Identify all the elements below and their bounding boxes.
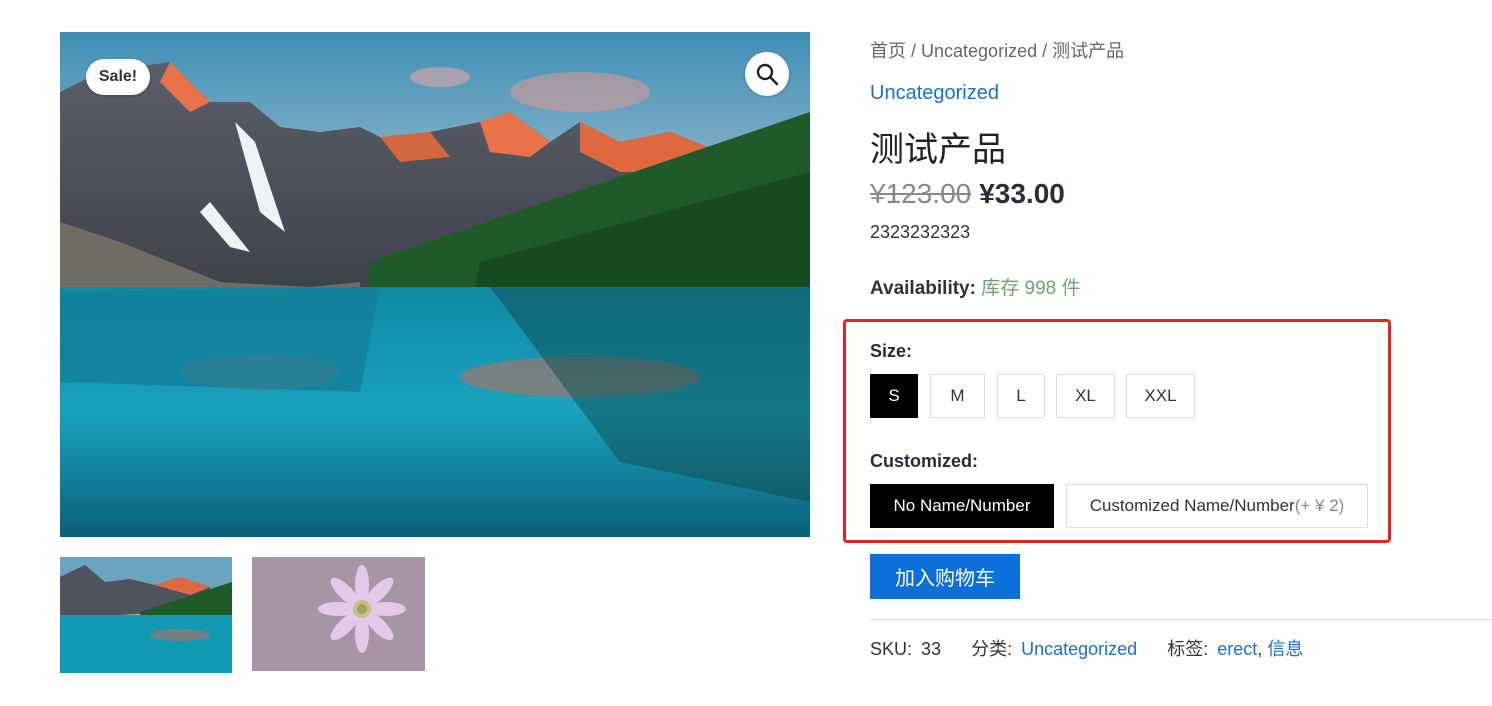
old-price: ¥123.00 bbox=[870, 178, 972, 209]
size-option-m[interactable]: M bbox=[930, 374, 985, 418]
mountain-lake-thumbnail-image bbox=[60, 557, 232, 673]
tag-link-erect[interactable]: erect bbox=[1217, 639, 1257, 659]
tag-link-info[interactable]: 信息 bbox=[1267, 639, 1303, 659]
sale-badge: Sale! bbox=[86, 59, 150, 95]
size-option-xxl[interactable]: XXL bbox=[1126, 374, 1195, 418]
product-title: 测试产品 bbox=[870, 131, 1006, 169]
sku-label: SKU: bbox=[870, 639, 913, 659]
breadcrumb: 首页 / Uncategorized / 测试产品 bbox=[870, 37, 1124, 63]
size-option-s[interactable]: S bbox=[870, 374, 918, 418]
availability-label: Availability: bbox=[870, 278, 976, 299]
product-gallery: Sale! bbox=[60, 32, 810, 537]
sku-value: 33 bbox=[921, 639, 942, 659]
divider bbox=[870, 619, 1492, 620]
product-meta: SKU: 33 分类: Uncategorized 标签: erect, 信息 bbox=[870, 635, 1303, 661]
thumbnail-mountain-lake[interactable] bbox=[60, 557, 232, 673]
category-meta-label: 分类: bbox=[971, 639, 1013, 659]
custom-option-addon-price: (+ ¥ 2) bbox=[1294, 496, 1345, 515]
add-to-cart-button[interactable]: 加入购物车 bbox=[870, 554, 1020, 599]
sale-price: ¥33.00 bbox=[979, 178, 1065, 209]
mountain-lake-image bbox=[60, 32, 810, 537]
product-short-description: 2323232323 bbox=[870, 222, 971, 242]
custom-option-no-name[interactable]: No Name/Number bbox=[870, 484, 1054, 528]
thumbnail-flower[interactable] bbox=[252, 557, 425, 671]
custom-option-label: No Name/Number bbox=[893, 496, 1031, 515]
availability-stock: 库存 998 件 bbox=[981, 278, 1081, 299]
breadcrumb-home[interactable]: 首页 bbox=[870, 41, 906, 61]
size-option-l[interactable]: L bbox=[997, 374, 1045, 418]
size-option-xl[interactable]: XL bbox=[1056, 374, 1115, 418]
search-icon bbox=[756, 63, 779, 86]
customized-label: Customized: bbox=[870, 451, 978, 471]
breadcrumb-current: 测试产品 bbox=[1052, 41, 1125, 61]
product-category-link[interactable]: Uncategorized bbox=[870, 82, 999, 105]
size-label: Size: bbox=[870, 341, 913, 361]
breadcrumb-category[interactable]: Uncategorized bbox=[921, 41, 1037, 61]
custom-option-name-number[interactable]: Customized Name/Number (+ ¥ 2) bbox=[1066, 484, 1368, 528]
zoom-button[interactable] bbox=[745, 52, 789, 96]
tag-separator: , bbox=[1257, 639, 1263, 659]
tags-label: 标签: bbox=[1167, 639, 1209, 659]
pink-daisy-thumbnail-image bbox=[252, 557, 425, 671]
custom-option-label: Customized Name/Number bbox=[1089, 496, 1295, 515]
product-price: ¥123.00 ¥33.00 bbox=[870, 178, 1065, 210]
availability: Availability: 库存 998 件 bbox=[870, 273, 1081, 300]
product-main-image[interactable]: Sale! bbox=[60, 32, 810, 537]
category-meta-link[interactable]: Uncategorized bbox=[1021, 639, 1137, 659]
breadcrumb-separator: / bbox=[1037, 41, 1053, 61]
breadcrumb-separator: / bbox=[906, 41, 922, 61]
